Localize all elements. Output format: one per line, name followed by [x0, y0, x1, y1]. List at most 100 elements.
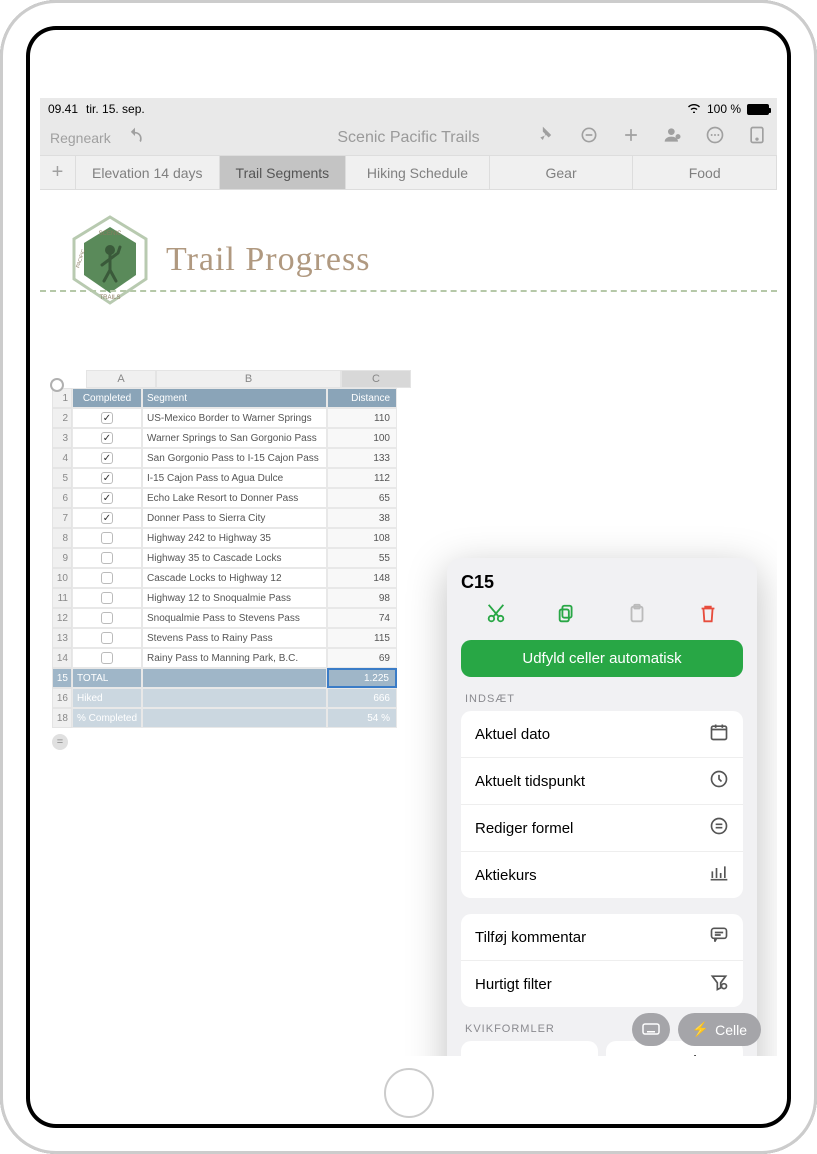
cell-segment[interactable]: Highway 242 to Highway 35 [142, 528, 327, 548]
cell-c15-selected[interactable]: 1.225 [327, 668, 397, 688]
add-icon[interactable] [621, 125, 641, 150]
inspector-icon[interactable] [747, 125, 767, 150]
checkbox[interactable] [101, 552, 113, 564]
format-brush-icon[interactable] [537, 125, 557, 150]
cell-completed[interactable] [72, 448, 142, 468]
tab-gear[interactable]: Gear [490, 156, 634, 189]
cell-distance[interactable]: 110 [327, 408, 397, 428]
table[interactable]: A B C 1 Completed Segment Distance 2US-M… [40, 370, 440, 750]
formula-button[interactable]: = [52, 734, 68, 750]
cell-completed[interactable] [72, 548, 142, 568]
hiked-label[interactable]: Hiked [72, 688, 142, 708]
checkbox[interactable] [101, 612, 113, 624]
row-num[interactable]: 15 [52, 668, 72, 688]
cell-completed[interactable] [72, 508, 142, 528]
add-sheet-button[interactable]: + [40, 156, 76, 189]
row-num[interactable]: 4 [52, 448, 72, 468]
copy-icon[interactable] [556, 603, 578, 630]
cell-distance[interactable]: 108 [327, 528, 397, 548]
row-num[interactable]: 5 [52, 468, 72, 488]
checkbox[interactable] [101, 492, 113, 504]
checkbox[interactable] [101, 412, 113, 424]
pct-value[interactable]: 54 % [327, 708, 397, 728]
undo-button[interactable] [125, 126, 145, 149]
extra-filter[interactable]: Hurtigt filter [461, 961, 743, 1007]
checkbox[interactable] [101, 632, 113, 644]
cell-distance[interactable]: 38 [327, 508, 397, 528]
checkbox[interactable] [101, 472, 113, 484]
row-num[interactable]: 8 [52, 528, 72, 548]
cell-distance[interactable]: 100 [327, 428, 397, 448]
collab-icon[interactable] [663, 125, 683, 150]
col-header-b[interactable]: B [156, 370, 341, 388]
cell-completed[interactable] [72, 608, 142, 628]
row-num[interactable]: 12 [52, 608, 72, 628]
cell-completed[interactable] [72, 628, 142, 648]
row-num[interactable]: 18 [52, 708, 72, 728]
quickformula-sum[interactable]: Sum [461, 1041, 598, 1056]
extra-comment[interactable]: Tilføj kommentar [461, 914, 743, 961]
cell-completed[interactable] [72, 568, 142, 588]
row-num[interactable]: 2 [52, 408, 72, 428]
row-num[interactable]: 14 [52, 648, 72, 668]
checkbox[interactable] [101, 532, 113, 544]
home-button[interactable] [384, 1068, 434, 1118]
cell-mode-button[interactable]: ⚡ Celle [678, 1013, 761, 1046]
checkbox[interactable] [101, 572, 113, 584]
row-num[interactable]: 6 [52, 488, 72, 508]
cell-completed[interactable] [72, 468, 142, 488]
cell-segment[interactable]: Snoqualmie Pass to Stevens Pass [142, 608, 327, 628]
checkbox[interactable] [101, 512, 113, 524]
checkbox[interactable] [101, 652, 113, 664]
tab-hiking-schedule[interactable]: Hiking Schedule [346, 156, 490, 189]
cell-distance[interactable]: 133 [327, 448, 397, 468]
header-distance[interactable]: Distance [327, 388, 397, 408]
col-header-a[interactable]: A [86, 370, 156, 388]
cell-distance[interactable]: 69 [327, 648, 397, 668]
keyboard-button[interactable] [632, 1013, 670, 1046]
comment-icon[interactable] [579, 125, 599, 150]
cell-completed[interactable] [72, 528, 142, 548]
row-num[interactable]: 7 [52, 508, 72, 528]
cell-distance[interactable]: 65 [327, 488, 397, 508]
header-segment[interactable]: Segment [142, 388, 327, 408]
cell-distance[interactable]: 112 [327, 468, 397, 488]
cell-completed[interactable] [72, 588, 142, 608]
header-completed[interactable]: Completed [72, 388, 142, 408]
insert-equals[interactable]: Rediger formel [461, 805, 743, 852]
hiked-value[interactable]: 666 [327, 688, 397, 708]
cell-completed[interactable] [72, 488, 142, 508]
cell-completed[interactable] [72, 648, 142, 668]
total-label[interactable]: TOTAL [72, 668, 142, 688]
col-header-c[interactable]: C [341, 370, 411, 388]
cell-completed[interactable] [72, 408, 142, 428]
cell-distance[interactable]: 98 [327, 588, 397, 608]
cell-segment[interactable]: Echo Lake Resort to Donner Pass [142, 488, 327, 508]
paste-icon[interactable] [626, 603, 648, 630]
row-num[interactable]: 16 [52, 688, 72, 708]
cell-segment[interactable]: Warner Springs to San Gorgonio Pass [142, 428, 327, 448]
cell-distance[interactable]: 55 [327, 548, 397, 568]
cell-segment[interactable]: Highway 35 to Cascade Locks [142, 548, 327, 568]
insert-calendar[interactable]: Aktuel dato [461, 711, 743, 758]
checkbox[interactable] [101, 452, 113, 464]
cell-segment[interactable]: Highway 12 to Snoqualmie Pass [142, 588, 327, 608]
tab-elevation[interactable]: Elevation 14 days [76, 156, 220, 189]
cell-distance[interactable]: 148 [327, 568, 397, 588]
sheet-canvas[interactable]: SCENIC PACIFIC TRAILS Trail Progress A B… [40, 190, 777, 1056]
cell-distance[interactable]: 74 [327, 608, 397, 628]
cell-distance[interactable]: 115 [327, 628, 397, 648]
tab-trail-segments[interactable]: Trail Segments [220, 156, 347, 189]
checkbox[interactable] [101, 592, 113, 604]
row-num[interactable]: 9 [52, 548, 72, 568]
pct-label[interactable]: % Completed [72, 708, 142, 728]
checkbox[interactable] [101, 432, 113, 444]
table-corner-handle[interactable] [50, 378, 64, 392]
cell-segment[interactable]: I-15 Cajon Pass to Agua Dulce [142, 468, 327, 488]
cut-icon[interactable] [485, 603, 507, 630]
row-num[interactable]: 3 [52, 428, 72, 448]
cell-completed[interactable] [72, 428, 142, 448]
cell-segment[interactable]: San Gorgonio Pass to I-15 Cajon Pass [142, 448, 327, 468]
insert-chart[interactable]: Aktiekurs [461, 852, 743, 898]
row-num[interactable]: 11 [52, 588, 72, 608]
